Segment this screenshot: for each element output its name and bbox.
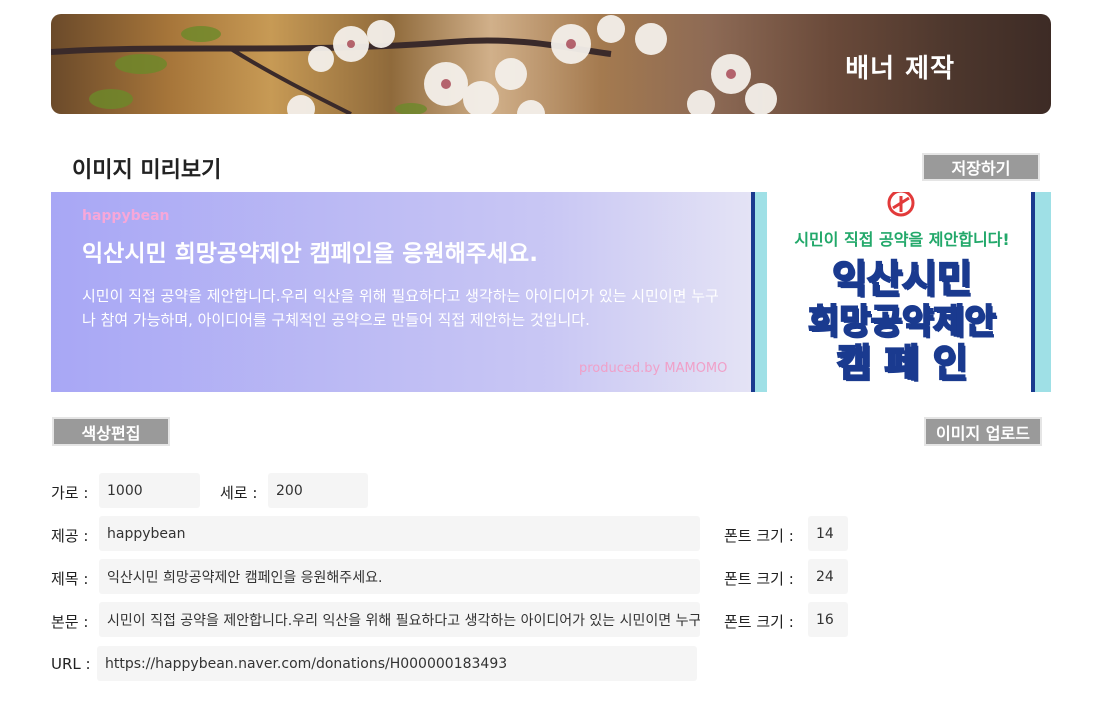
preview-section-title: 이미지 미리보기 <box>72 158 222 183</box>
width-label: 가로 : <box>51 484 89 502</box>
body-font-size-input[interactable]: 16 <box>808 602 848 637</box>
save-button[interactable]: 저장하기 <box>922 153 1040 181</box>
height-input[interactable]: 200 <box>268 473 368 508</box>
url-input[interactable]: https://happybean.naver.com/donations/H0… <box>97 646 697 681</box>
body-label: 본문 : <box>51 613 89 631</box>
title-input[interactable]: 익산시민 희망공약제안 캠페인을 응원해주세요. <box>99 559 700 594</box>
title-label: 제목 : <box>51 570 89 588</box>
poster-line-2: 희망공약제안 <box>807 301 997 343</box>
poster-line-3: 캠 페 인 <box>835 341 968 385</box>
body-input[interactable]: 시민이 직접 공약을 제안합니다.우리 익산을 위해 필요하다고 생각하는 아이… <box>99 602 700 637</box>
preview-body: 시민이 직접 공약을 제안합니다.우리 익산을 위해 필요하다고 생각하는 아이… <box>82 287 719 329</box>
preview-title: 익산시민 희망공약제안 캠페인을 응원해주세요. <box>82 241 538 267</box>
title-font-size-label: 폰트 크기 : <box>724 570 794 588</box>
provider-input[interactable]: happybean <box>99 516 700 551</box>
width-input[interactable]: 1000 <box>99 473 200 508</box>
body-font-size-label: 폰트 크기 : <box>724 613 794 631</box>
provider-font-size-input[interactable]: 14 <box>808 516 848 551</box>
preview-provider: happybean <box>82 208 170 224</box>
color-edit-button[interactable]: 색상편집 <box>52 417 170 446</box>
header-banner: 배너 제작 <box>51 14 1051 114</box>
preview-credit: produced.by MAMOMO <box>579 361 728 376</box>
image-upload-button[interactable]: 이미지 업로드 <box>924 417 1042 446</box>
poster-line-1: 익산시민 <box>831 257 973 301</box>
page-title: 배너 제작 <box>845 54 955 84</box>
url-label: URL : <box>51 655 91 673</box>
title-font-size-input[interactable]: 24 <box>808 559 848 594</box>
provider-font-size-label: 폰트 크기 : <box>724 527 794 545</box>
provider-label: 제공 : <box>51 527 89 545</box>
height-label: 세로 : <box>220 484 258 502</box>
poster-subtitle: 시민이 직접 공약을 제안합니다! <box>794 230 1010 249</box>
banner-preview: happybean 익산시민 희망공약제안 캠페인을 응원해주세요. 시민이 직… <box>51 192 1051 392</box>
campaign-poster-image: 시민이 직접 공약을 제안합니다! 익산시민 희망공약제안 캠 페 인 <box>751 192 1051 392</box>
